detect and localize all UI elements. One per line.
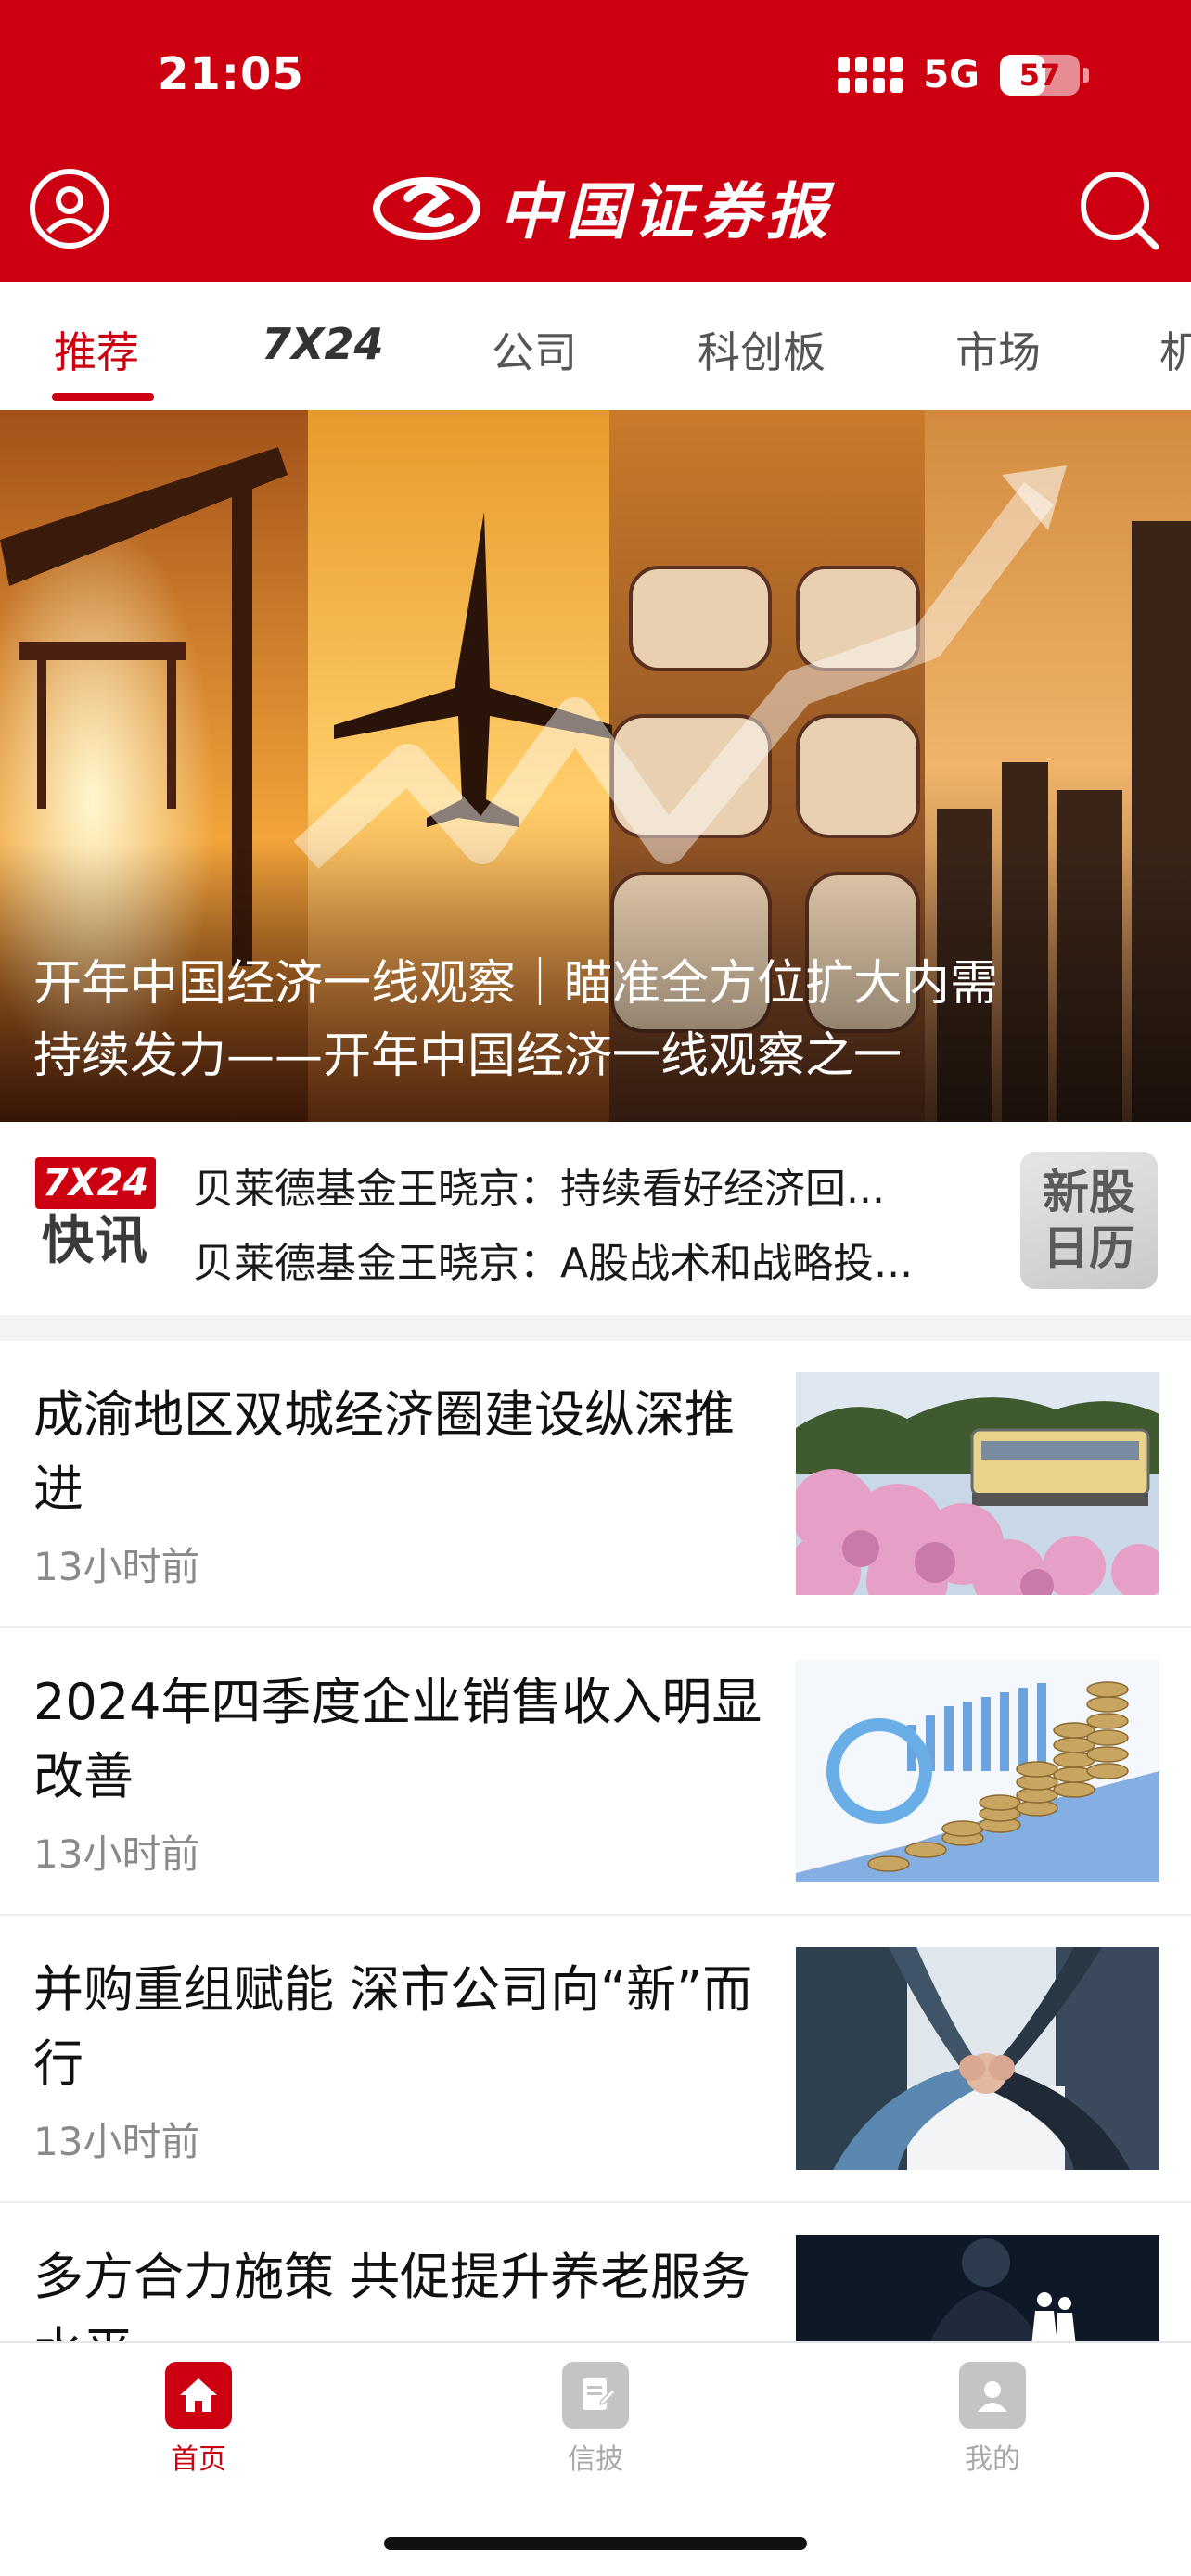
article-title: 成渝地区双城经济圈建设纵深推进 xyxy=(33,1385,735,1518)
tab-recommend[interactable]: 推荐 xyxy=(54,319,139,380)
article-item[interactable]: 并购重组赋能 深市公司向“新”而行 13小时前 xyxy=(0,1916,1191,2203)
article-item[interactable]: 成渝地区双城经济圈建设纵深推进 13小时前 xyxy=(0,1341,1191,1628)
search-button[interactable] xyxy=(1074,165,1163,254)
nav-profile-label: 我的 xyxy=(965,2443,1020,2476)
article-title: 2024年四季度企业销售收入明显改善 xyxy=(33,1673,762,1805)
profile-icon xyxy=(959,2362,1026,2429)
nav-home[interactable]: 首页 xyxy=(124,2362,273,2477)
status-time: 21:05 xyxy=(158,48,304,100)
flash-item[interactable]: 贝莱德基金王晓京：持续看好经济回... xyxy=(193,1155,1000,1215)
article-thumbnail xyxy=(796,1372,1159,1595)
active-tab-indicator xyxy=(52,393,154,401)
ipo-calendar-button[interactable]: 新股 日历 xyxy=(1020,1152,1158,1289)
article-time: 13小时前 xyxy=(33,1544,200,1589)
nav-disclosure[interactable]: 信披 xyxy=(521,2362,670,2477)
nav-disclosure-label: 信披 xyxy=(568,2443,623,2476)
status-indicators: 5G 57 xyxy=(838,54,1089,96)
battery-level: 57 xyxy=(1018,57,1061,93)
flash-badge-top: 7X24 xyxy=(35,1157,156,1209)
home-icon xyxy=(165,2362,232,2429)
article-title: 并购重组赋能 深市公司向“新”而行 xyxy=(33,1960,753,2093)
hero-title-line2: 持续发力——开年中国经济一线观察之一 xyxy=(33,1028,903,1084)
tab-company[interactable]: 公司 xyxy=(492,319,577,380)
battery-tip xyxy=(1083,68,1089,83)
battery-icon: 57 xyxy=(1000,55,1080,96)
logo-text: 中国证券报 xyxy=(499,175,833,248)
tab-more[interactable]: 机 xyxy=(1159,319,1191,380)
hero-banner[interactable]: 开年中国经济一线观察｜瞄准全方位扩大内需 持续发力——开年中国经济一线观察之一 xyxy=(0,410,1191,1122)
hero-title: 开年中国经济一线观察｜瞄准全方位扩大内需 持续发力——开年中国经济一线观察之一 xyxy=(33,948,1158,1092)
article-time: 13小时前 xyxy=(33,1831,200,1877)
signal-icon xyxy=(838,57,903,93)
user-icon xyxy=(30,169,109,249)
tab-7x24[interactable]: 7X24 xyxy=(262,319,384,369)
nav-home-label: 首页 xyxy=(171,2443,226,2476)
user-button[interactable] xyxy=(28,167,111,250)
article-thumbnail xyxy=(796,1660,1159,1882)
section-divider xyxy=(0,1315,1191,1341)
tab-star-market[interactable]: 科创板 xyxy=(698,319,826,380)
disclosure-icon xyxy=(562,2362,629,2429)
home-indicator[interactable] xyxy=(384,2537,807,2550)
search-icon xyxy=(1081,172,1159,250)
network-type: 5G xyxy=(923,54,980,96)
ipo-calendar-line1: 新股 xyxy=(1043,1166,1135,1219)
flash-news-bar: 7X24 快讯 贝莱德基金王晓京：持续看好经济回... 贝莱德基金王晓京：A股战… xyxy=(0,1122,1191,1315)
category-tabs: 推荐 7X24 公司 科创板 市场 机 xyxy=(0,282,1191,410)
nav-profile[interactable]: 我的 xyxy=(918,2362,1067,2477)
article-time: 13小时前 xyxy=(33,2119,200,2164)
hero-title-line1: 开年中国经济一线观察｜瞄准全方位扩大内需 xyxy=(33,956,999,1012)
logo-mark-icon xyxy=(373,177,480,240)
flash-badge-bottom: 快讯 xyxy=(42,1211,149,1271)
tab-market[interactable]: 市场 xyxy=(955,319,1041,380)
article-thumbnail xyxy=(796,1947,1159,2170)
flash-badge[interactable]: 7X24 快讯 xyxy=(35,1157,156,1280)
ipo-calendar-line2: 日历 xyxy=(1043,1221,1135,1275)
article-item[interactable]: 2024年四季度企业销售收入明显改善 13小时前 xyxy=(0,1628,1191,1916)
flash-item[interactable]: 贝莱德基金王晓京：A股战术和战略投... xyxy=(193,1230,1000,1289)
app-header: 21:05 5G 57 中国证券报 xyxy=(0,0,1191,282)
app-logo: 中国证券报 xyxy=(371,165,833,249)
